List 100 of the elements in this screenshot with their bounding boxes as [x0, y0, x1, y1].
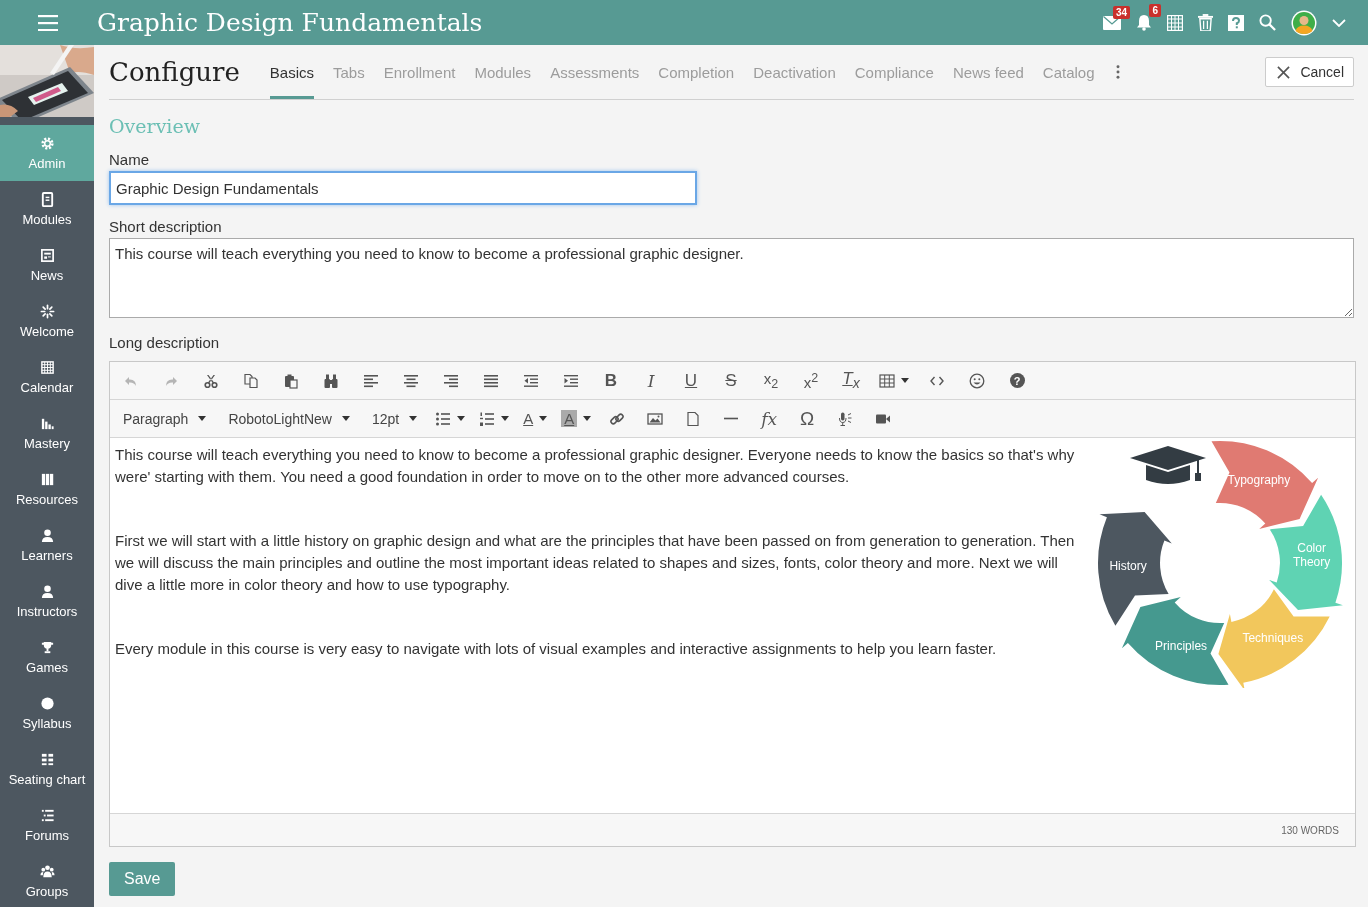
mail-icon[interactable]	[1103, 15, 1121, 30]
strike-button[interactable]: S	[715, 365, 747, 396]
sidebar-item-icon	[39, 527, 55, 543]
sidebar-item-icon	[39, 471, 55, 487]
sidebar-item[interactable]: Games	[0, 629, 94, 685]
omega-button[interactable]: Ω	[791, 403, 824, 434]
body-paragraph: This course will teach everything you need to know to become a professional graphic designer. Everyone needs to know the basics so that's why were' starting with them. You need a good foundation in order to move on to the other more advanced courses.	[115, 445, 1075, 487]
sidebar-item[interactable]: Resources	[0, 461, 94, 517]
cycle-segment: Principles	[1121, 597, 1229, 685]
word-count: 130 WORDS	[1281, 824, 1339, 836]
underline-button[interactable]: U	[675, 365, 707, 396]
caret-icon	[457, 416, 466, 421]
more-options-icon[interactable]	[1115, 65, 1120, 79]
indent-icon	[563, 372, 579, 389]
sidebar-item-icon	[39, 583, 55, 599]
formula-button[interactable]: fx	[753, 403, 786, 434]
sidebar-item[interactable]: Learners	[0, 517, 94, 573]
short-description-field[interactable]: This course will teach everything you need to know to become a professional graphic designer.	[109, 238, 1354, 318]
sidebar-item-icon	[39, 303, 55, 319]
name-field[interactable]: Graphic Design Fundamentals	[109, 171, 697, 205]
caret-icon	[501, 416, 510, 421]
sidebar-item[interactable]: Instructors	[0, 573, 94, 629]
cycle-segment: Color Theory	[1269, 494, 1343, 610]
bold-button[interactable]: B	[595, 365, 627, 396]
trash-icon[interactable]	[1198, 14, 1213, 31]
italic-button[interactable]: I	[635, 365, 667, 396]
cycle-segment: Techniques	[1218, 589, 1330, 688]
body-paragraph: Every module in this course is very easy to navigate with lots of visual examples and interactive assignments to help you learn faster.	[115, 639, 998, 659]
smiley-icon	[969, 372, 985, 389]
format-dropdown[interactable]: 12pt	[363, 403, 426, 434]
sidebar-item[interactable]: Welcome	[0, 293, 94, 349]
mail-count-badge: 34	[1112, 5, 1130, 19]
table-icon	[879, 372, 895, 389]
sidebar-item-icon	[39, 695, 55, 711]
bullet-list-icon	[435, 410, 452, 427]
clear-button[interactable]: T$_{x}$	[835, 365, 867, 396]
align-left-icon	[363, 372, 379, 389]
field-label: Short description	[109, 218, 222, 235]
cycle-segment: Typography	[1211, 441, 1319, 529]
notification-count-badge: 6	[1149, 4, 1161, 17]
sidebar-item-icon	[39, 807, 55, 823]
outdent-icon	[523, 372, 539, 389]
caret-icon	[901, 378, 909, 383]
align-center-icon	[403, 372, 419, 389]
search-icon[interactable]	[1259, 14, 1276, 31]
bell-icon[interactable]	[1136, 14, 1152, 31]
sidebar-item[interactable]: Seating chart	[0, 741, 94, 797]
sidebar-item-icon	[39, 751, 55, 767]
sidebar-item[interactable]: Modules	[0, 181, 94, 237]
sidebar-item[interactable]: Groups	[0, 853, 94, 907]
scissors-icon	[203, 372, 219, 389]
microphone-icon	[837, 410, 854, 427]
course-title: Graphic Design Fundamentals	[97, 8, 483, 37]
sidebar-item-icon	[39, 247, 55, 263]
caret-icon	[583, 416, 592, 421]
align-right-icon	[443, 372, 459, 389]
close-icon	[1277, 65, 1291, 79]
sidebar-item[interactable]: Mastery	[0, 405, 94, 461]
sidebar-item-icon	[39, 135, 55, 151]
sidebar-item-icon	[39, 359, 55, 375]
image-icon	[647, 410, 664, 427]
graduation-cap-icon	[1130, 446, 1206, 484]
help-button[interactable]: ?	[1001, 365, 1033, 396]
caret-icon	[198, 416, 207, 421]
sidebar-item[interactable]: Forums	[0, 797, 94, 853]
avatar-icon[interactable]	[1291, 9, 1317, 36]
caret-icon	[539, 416, 548, 421]
page-title: Configure	[109, 57, 240, 87]
superscript-button[interactable]: x$^{2}$	[795, 365, 827, 396]
help-icon[interactable]	[1228, 14, 1244, 31]
format-dropdown[interactable]: RobotoLightNew	[220, 403, 358, 434]
chevron-down-icon[interactable]	[1332, 18, 1346, 27]
numbered-list-icon	[479, 410, 496, 427]
horizontal-line-icon	[723, 417, 740, 420]
cycle-segment: History	[1098, 512, 1172, 626]
sidebar-item[interactable]: Calendar	[0, 349, 94, 405]
sidebar-item[interactable]: News	[0, 237, 94, 293]
sidebar-item-icon	[39, 863, 55, 879]
justify-icon	[483, 372, 499, 389]
text-color-button[interactable]: A	[519, 403, 552, 434]
sidebar-item-icon	[39, 191, 55, 207]
caret-icon	[409, 416, 418, 421]
sidebar-item-icon	[39, 639, 55, 655]
menu-icon[interactable]	[38, 14, 58, 31]
copy-icon	[243, 372, 259, 389]
tab[interactable]: Basics	[269, 45, 315, 99]
subscript-button[interactable]: x$_{2}$	[755, 365, 787, 396]
calendar-icon[interactable]	[1167, 14, 1183, 31]
page-icon	[685, 410, 702, 427]
field-label: Name	[109, 151, 149, 168]
body-paragraph: First we will start with a little history on graphic design and what are the principles that have been passed on from generation to generation. Then we will discuss the main principles and outline the most important ideas related to shapes and sizes, fonts, color theory and more. Next we will dive a little more in color theory and how to use typography.	[115, 531, 1075, 595]
caret-icon	[341, 416, 350, 421]
link-icon	[609, 410, 626, 427]
field-label: Long description	[109, 334, 220, 351]
sidebar-item[interactable]: Syllabus	[0, 685, 94, 741]
binoculars-icon	[323, 372, 339, 389]
format-dropdown[interactable]: Paragraph	[115, 403, 215, 434]
cancel-button[interactable]: Cancel	[1265, 57, 1354, 87]
clipboard-icon	[283, 372, 299, 389]
section-heading: Overview	[109, 115, 200, 137]
